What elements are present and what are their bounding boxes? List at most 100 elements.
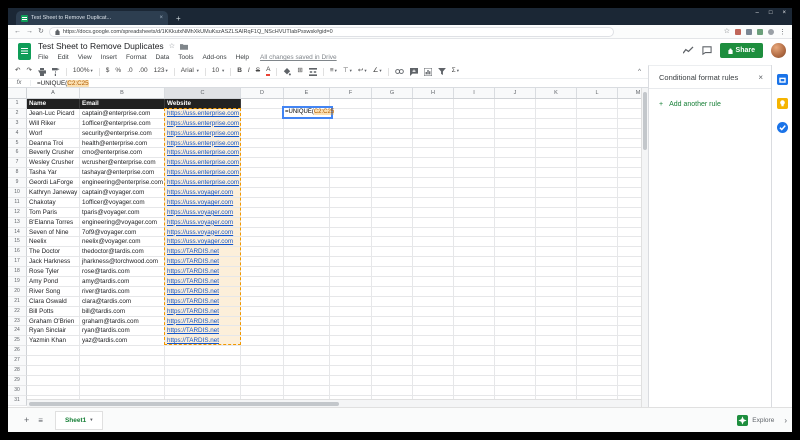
cell-E14[interactable] xyxy=(284,227,330,238)
cell-D11[interactable] xyxy=(241,197,284,208)
cell-A3[interactable]: Will Riker xyxy=(27,118,80,129)
cell-I5[interactable] xyxy=(454,138,495,149)
cell-H16[interactable] xyxy=(413,247,454,258)
cell-B10[interactable]: captain@voyager.com xyxy=(80,188,165,198)
cell-J20[interactable] xyxy=(495,286,536,297)
cell-E18[interactable] xyxy=(284,267,330,278)
cell-M23[interactable] xyxy=(618,316,641,327)
cell-A18[interactable]: Rose Tyler xyxy=(27,267,80,278)
cell-J2[interactable] xyxy=(495,108,536,119)
extension-icon[interactable] xyxy=(746,28,752,35)
cell-E10[interactable] xyxy=(284,188,330,198)
cell-A13[interactable]: B'Elanna Torres xyxy=(27,217,80,228)
cell-D20[interactable] xyxy=(241,286,284,297)
cell-F23[interactable] xyxy=(330,316,372,327)
column-header-B[interactable]: B xyxy=(80,88,165,98)
format-currency-icon[interactable]: $ xyxy=(106,68,110,75)
cell-M15[interactable] xyxy=(618,237,641,248)
cell-K17[interactable] xyxy=(536,257,577,268)
cell-M14[interactable] xyxy=(618,227,641,238)
cell-K2[interactable] xyxy=(536,108,577,119)
text-wrap-select[interactable]: ↩▾ xyxy=(358,68,367,75)
cell-B11[interactable]: 1officer@voyager.com xyxy=(80,197,165,208)
row-header-24[interactable]: 24 xyxy=(8,326,27,337)
cell-B6[interactable]: cmo@enterprise.com xyxy=(80,148,165,159)
cell-I19[interactable] xyxy=(454,277,495,287)
cell-H29[interactable] xyxy=(413,375,454,386)
cell-I11[interactable] xyxy=(454,197,495,208)
cell-D16[interactable] xyxy=(241,247,284,258)
cell-A8[interactable]: Tasha Yar xyxy=(27,168,80,179)
cell-J25[interactable] xyxy=(495,336,536,347)
cell-M1[interactable] xyxy=(618,99,641,109)
cell-K29[interactable] xyxy=(536,375,577,386)
cell-D10[interactable] xyxy=(241,188,284,198)
cell-L26[interactable] xyxy=(577,346,618,357)
maximize-button[interactable]: □ xyxy=(769,10,773,16)
cell-B18[interactable]: rose@tardis.com xyxy=(80,267,165,278)
cell-I22[interactable] xyxy=(454,306,495,317)
cell-D24[interactable] xyxy=(241,326,284,337)
cell-L8[interactable] xyxy=(577,168,618,179)
row-header-23[interactable]: 23 xyxy=(8,316,27,327)
cell-J9[interactable] xyxy=(495,178,536,189)
cell-H21[interactable] xyxy=(413,296,454,307)
cell-D30[interactable] xyxy=(241,385,284,396)
column-header-K[interactable]: K xyxy=(536,88,577,98)
cell-M11[interactable] xyxy=(618,197,641,208)
paint-format-icon[interactable] xyxy=(51,67,60,76)
row-header-27[interactable]: 27 xyxy=(8,356,27,367)
cell-A1[interactable]: Name xyxy=(27,99,80,109)
browser-menu-icon[interactable]: ⋮ xyxy=(779,28,786,36)
cell-I4[interactable] xyxy=(454,128,495,139)
cell-G2[interactable] xyxy=(372,108,413,119)
cell-F11[interactable] xyxy=(330,197,372,208)
row-header-13[interactable]: 13 xyxy=(8,217,27,228)
cell-H13[interactable] xyxy=(413,217,454,228)
explore-button[interactable]: Explore xyxy=(737,414,774,426)
cell-F3[interactable] xyxy=(330,118,372,129)
cell-E30[interactable] xyxy=(284,385,330,396)
cell-H1[interactable] xyxy=(413,99,454,109)
cell-K16[interactable] xyxy=(536,247,577,258)
cell-B5[interactable]: health@enterprise.com xyxy=(80,138,165,149)
cell-K28[interactable] xyxy=(536,366,577,376)
cell-D15[interactable] xyxy=(241,237,284,248)
cell-J28[interactable] xyxy=(495,366,536,376)
cell-M17[interactable] xyxy=(618,257,641,268)
cell-M4[interactable] xyxy=(618,128,641,139)
add-sheet-icon[interactable]: + xyxy=(24,415,29,425)
cell-A5[interactable]: Deanna Troi xyxy=(27,138,80,149)
cell-C24[interactable]: https://TARDIS.net xyxy=(165,326,241,337)
cell-K25[interactable] xyxy=(536,336,577,347)
cell-L9[interactable] xyxy=(577,178,618,189)
cell-B25[interactable]: yaz@tardis.com xyxy=(80,336,165,347)
cell-G4[interactable] xyxy=(372,128,413,139)
cell-F22[interactable] xyxy=(330,306,372,317)
cell-D2[interactable] xyxy=(241,108,284,119)
row-header-7[interactable]: 7 xyxy=(8,158,27,169)
cell-H17[interactable] xyxy=(413,257,454,268)
cell-M24[interactable] xyxy=(618,326,641,337)
cell-I7[interactable] xyxy=(454,158,495,169)
cell-C20[interactable]: https://TARDIS.net xyxy=(165,286,241,297)
cell-G22[interactable] xyxy=(372,306,413,317)
profile-icon[interactable] xyxy=(768,28,774,35)
cell-M12[interactable] xyxy=(618,207,641,218)
cell-A30[interactable] xyxy=(27,385,80,396)
cell-M3[interactable] xyxy=(618,118,641,129)
cell-E9[interactable] xyxy=(284,178,330,189)
cell-J4[interactable] xyxy=(495,128,536,139)
cell-C17[interactable]: https://TARDIS.net xyxy=(165,257,241,268)
back-button[interactable]: ← xyxy=(14,28,21,35)
row-header-1[interactable]: 1 xyxy=(8,99,27,109)
cell-F6[interactable] xyxy=(330,148,372,159)
cell-K10[interactable] xyxy=(536,188,577,198)
cell-I17[interactable] xyxy=(454,257,495,268)
cell-D29[interactable] xyxy=(241,375,284,386)
cell-K13[interactable] xyxy=(536,217,577,228)
cell-D12[interactable] xyxy=(241,207,284,218)
cell-H18[interactable] xyxy=(413,267,454,278)
cell-G27[interactable] xyxy=(372,356,413,367)
cell-A4[interactable]: Worf xyxy=(27,128,80,139)
